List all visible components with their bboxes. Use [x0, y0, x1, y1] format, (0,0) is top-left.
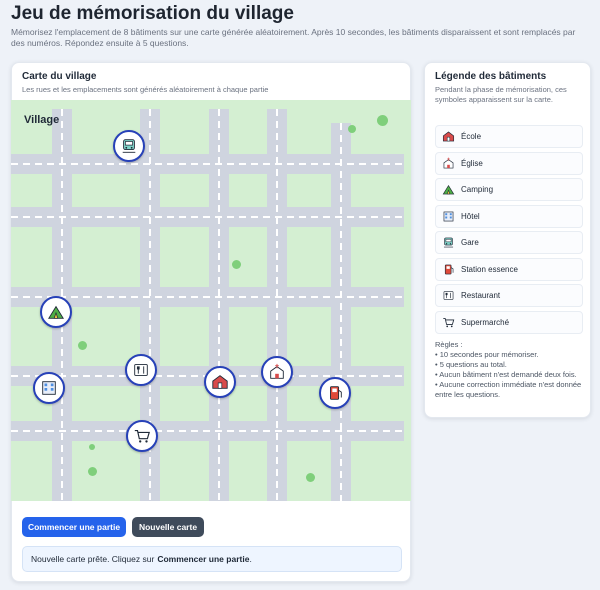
village-map[interactable]: Village — [11, 100, 411, 501]
tree — [88, 467, 97, 476]
legend-item-hotel: Hôtel — [435, 204, 583, 228]
legend-item-label: Gare — [461, 238, 479, 247]
tree — [306, 473, 315, 482]
restaurant-icon — [443, 291, 454, 300]
map-marker-school[interactable] — [204, 366, 236, 398]
map-marker-church[interactable] — [261, 356, 293, 388]
map-label: Village — [24, 114, 60, 126]
rule-item: • Aucune correction immédiate n'est donn… — [435, 380, 582, 399]
page-title: Jeu de mémorisation du village — [11, 3, 294, 24]
legend-item-supermarket: Supermarché — [435, 310, 583, 334]
map-marker-supermarket[interactable] — [126, 420, 158, 452]
page-subtitle: Mémorisez l'emplacement de 8 bâtiments s… — [11, 27, 576, 48]
train-station-icon — [122, 139, 136, 153]
tree — [78, 341, 87, 350]
tree — [348, 125, 356, 133]
legend-item-label: Camping — [461, 185, 494, 194]
tree — [232, 260, 241, 269]
map-marker-camping[interactable] — [40, 296, 72, 328]
status-message: Nouvelle carte prête. Cliquez sur Commen… — [22, 546, 402, 572]
legend-item-label: Station essence — [461, 264, 518, 274]
school-icon — [442, 131, 455, 142]
rule-item: • Aucun bâtiment n'est demandé deux fois… — [435, 370, 577, 379]
gas-station-icon — [444, 264, 454, 274]
map-marker-train-station[interactable] — [113, 130, 145, 162]
map-marker-hotel[interactable] — [33, 372, 65, 404]
hotel-icon — [443, 211, 454, 221]
legend-item-church: Église — [435, 151, 583, 175]
status-emphasis: Commencer une partie — [157, 554, 250, 564]
legend-card: Légende des bâtiments Pendant la phase d… — [424, 62, 591, 418]
start-game-button[interactable]: Commencer une partie — [22, 517, 126, 537]
legend-item-label: Église — [461, 158, 483, 168]
map-card-subtitle: Les rues et les emplacements sont généré… — [22, 85, 269, 94]
rule-item: • 10 secondes pour mémoriser. — [435, 350, 539, 359]
school-icon — [212, 375, 228, 389]
camping-icon — [442, 184, 455, 195]
legend-list: École Église Camping Hôtel Gare Station … — [435, 125, 583, 337]
tree — [89, 444, 95, 450]
new-map-button[interactable]: Nouvelle carte — [132, 517, 204, 537]
church-icon — [443, 157, 454, 168]
supermarket-icon — [443, 317, 455, 327]
legend-subtitle: Pendant la phase de mémorisation, ces sy… — [435, 85, 567, 104]
map-card-title: Carte du village — [22, 71, 97, 82]
road-marking — [276, 109, 278, 501]
status-text: Nouvelle carte prête. Cliquez sur — [31, 554, 155, 564]
restaurant-icon — [134, 364, 148, 376]
road-marking — [340, 123, 342, 501]
legend-item-label: Hôtel — [461, 211, 480, 221]
legend-item-school: École — [435, 125, 583, 148]
rule-item: • 5 questions au total. — [435, 360, 507, 369]
tree — [377, 115, 388, 126]
map-marker-restaurant[interactable] — [125, 354, 157, 386]
rules-title: Règles : — [435, 340, 463, 349]
legend-item-camping: Camping — [435, 178, 583, 201]
legend-item-train-station: Gare — [435, 231, 583, 254]
road-marking — [11, 430, 404, 432]
supermarket-icon — [134, 430, 150, 443]
legend-item-label: Supermarché — [461, 317, 510, 327]
road-marking — [218, 109, 220, 501]
church-icon — [270, 363, 284, 379]
legend-item-label: Restaurant — [461, 291, 501, 300]
train-station-icon — [443, 237, 454, 248]
legend-title: Légende des bâtiments — [435, 71, 547, 82]
legend-item-label: École — [461, 132, 482, 141]
camping-icon — [47, 305, 65, 319]
map-marker-gas-station[interactable] — [319, 377, 351, 409]
gas-station-icon — [330, 386, 342, 400]
road-marking — [11, 296, 404, 298]
legend-item-gas-station: Station essence — [435, 257, 583, 281]
road-marking — [11, 216, 404, 218]
rules-section: Règles : • 10 secondes pour mémoriser. •… — [435, 340, 587, 400]
road-marking — [11, 163, 404, 165]
legend-item-restaurant: Restaurant — [435, 284, 583, 307]
hotel-icon — [42, 381, 56, 395]
status-suffix: . — [249, 554, 252, 564]
